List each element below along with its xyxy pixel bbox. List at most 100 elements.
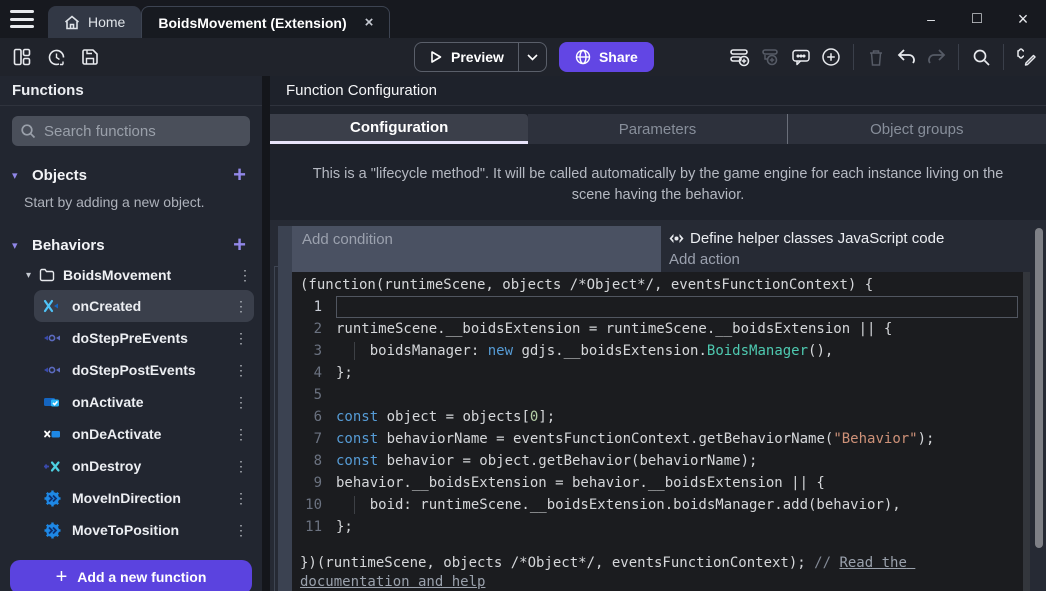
share-label: Share [599, 49, 638, 65]
chevron-down-icon[interactable]: ▾ [12, 239, 24, 252]
function-menu-icon[interactable]: ⋮ [232, 394, 250, 411]
code-token: behavior.__boidsExtension = behavior.__b… [336, 475, 825, 491]
function-item-label: onCreated [72, 298, 222, 314]
line-number: 10 [292, 494, 336, 516]
undo-icon[interactable] [892, 43, 920, 71]
history-icon[interactable] [42, 43, 70, 71]
add-comment-icon[interactable] [787, 43, 815, 71]
close-tab-icon[interactable]: × [365, 14, 374, 31]
preview-dropdown-button[interactable] [518, 43, 546, 71]
deactivate-icon [42, 426, 62, 442]
code-line[interactable]: 5 [292, 384, 1030, 406]
panels-layout-icon[interactable] [8, 43, 36, 71]
add-other-event-icon[interactable] [817, 43, 845, 71]
function-item-oncreated[interactable]: onCreated ⋮ [34, 290, 254, 322]
code-line[interactable]: 2runtimeScene.__boidsExtension = runtime… [292, 318, 1030, 340]
folder-menu-icon[interactable]: ⋮ [236, 267, 254, 284]
code-token: new [488, 343, 513, 359]
maximize-button[interactable]: □ [954, 0, 1000, 38]
events-scrollbar-thumb[interactable] [1035, 228, 1043, 548]
code-line[interactable]: 7const behaviorName = eventsFunctionCont… [292, 428, 1030, 450]
code-token: }; [336, 365, 353, 381]
function-item-movetoposition[interactable]: MoveToPosition ⋮ [34, 514, 254, 546]
code-token: (), [808, 343, 833, 359]
add-behavior-button[interactable]: + [229, 234, 250, 256]
tab-configuration[interactable]: Configuration [270, 114, 528, 144]
line-number: 11 [292, 516, 336, 538]
share-button[interactable]: Share [559, 42, 654, 72]
function-item-ondeactivate[interactable]: onDeActivate ⋮ [34, 418, 254, 450]
add-action-button[interactable]: Add action [669, 251, 1030, 272]
close-window-button[interactable]: × [1000, 0, 1046, 38]
code-line[interactable]: 3 boidsManager: new gdjs.__boidsExtensio… [292, 340, 1030, 362]
tab-object-groups[interactable]: Object groups [787, 114, 1046, 144]
function-menu-icon[interactable]: ⋮ [232, 490, 250, 507]
minimize-button[interactable]: – [908, 0, 954, 38]
function-menu-icon[interactable]: ⋮ [232, 426, 250, 443]
code-text[interactable] [336, 384, 1018, 406]
event-drag-handle[interactable] [278, 226, 292, 591]
add-object-button[interactable]: + [229, 164, 250, 186]
code-text[interactable]: const behaviorName = eventsFunctionConte… [336, 428, 1018, 450]
add-function-button[interactable]: + Add a new function [10, 560, 252, 591]
add-event-icon[interactable] [727, 43, 755, 71]
preview-button[interactable]: Preview [415, 49, 518, 65]
delete-icon[interactable] [862, 43, 890, 71]
event-title-row[interactable]: Define helper classes JavaScript code [669, 226, 1030, 251]
hamburger-menu-icon[interactable] [10, 10, 34, 28]
code-text[interactable]: }; [336, 362, 1018, 384]
behavior-folder-row[interactable]: ▾ BoidsMovement ⋮ [0, 260, 262, 290]
js-code-event-icon [669, 233, 684, 244]
function-item-dosteppostevents[interactable]: doStepPostEvents ⋮ [34, 354, 254, 386]
code-line[interactable]: 8const behavior = object.getBehavior(beh… [292, 450, 1030, 472]
add-condition-button[interactable]: Add condition [292, 226, 661, 272]
function-item-moveindirection[interactable]: MoveInDirection ⋮ [34, 482, 254, 514]
behaviors-section-header[interactable]: ▾ Behaviors + [0, 230, 262, 260]
edit-extension-icon[interactable] [1012, 43, 1040, 71]
code-token: // [814, 555, 839, 571]
function-item-label: onActivate [72, 394, 222, 410]
code-editor[interactable]: (function(runtimeScene, objects /*Object… [292, 272, 1030, 591]
tab-parameters[interactable]: Parameters [528, 114, 786, 144]
code-text[interactable]: const behavior = object.getBehavior(beha… [336, 450, 1018, 472]
code-text[interactable]: runtimeScene.__boidsExtension = runtimeS… [336, 318, 1018, 340]
code-line[interactable]: 4}; [292, 362, 1030, 384]
editor-scrollbar[interactable] [1023, 272, 1030, 591]
code-text[interactable] [336, 296, 1018, 318]
code-text[interactable]: const object = objects[0]; [336, 406, 1018, 428]
function-menu-icon[interactable]: ⋮ [232, 330, 250, 347]
search-functions-input[interactable] [44, 123, 243, 140]
code-token: "Behavior" [833, 431, 917, 447]
tab-home[interactable]: Home [48, 6, 141, 38]
add-subevent-icon[interactable] [757, 43, 785, 71]
search-functions-box[interactable] [12, 116, 250, 146]
save-icon[interactable] [76, 43, 104, 71]
search-icon[interactable] [967, 43, 995, 71]
code-line[interactable]: 11}; [292, 516, 1030, 538]
folder-name: BoidsMovement [63, 267, 228, 283]
code-line[interactable]: 9behavior.__boidsExtension = behavior.__… [292, 472, 1030, 494]
code-text[interactable]: boid: runtimeScene.__boidsExtension.boid… [336, 494, 1018, 516]
chevron-down-icon[interactable]: ▾ [12, 169, 24, 182]
function-item-dosteppreevents[interactable]: doStepPreEvents ⋮ [34, 322, 254, 354]
code-line[interactable]: 6const object = objects[0]; [292, 406, 1030, 428]
function-item-ondestroy[interactable]: onDestroy ⋮ [34, 450, 254, 482]
event-title-label: Define helper classes JavaScript code [690, 230, 944, 247]
code-text[interactable]: }; [336, 516, 1018, 538]
code-text[interactable]: boidsManager: new gdjs.__boidsExtension.… [336, 340, 1018, 362]
code-line[interactable]: 1 [292, 296, 1030, 318]
lifecycle-description: This is a "lifecycle method". It will be… [300, 164, 1016, 206]
chevron-down-icon[interactable]: ▾ [26, 270, 31, 281]
redo-icon[interactable] [922, 43, 950, 71]
function-menu-icon[interactable]: ⋮ [232, 362, 250, 379]
tab-boidsmovement[interactable]: BoidsMovement (Extension) × [141, 6, 390, 38]
function-menu-icon[interactable]: ⋮ [232, 298, 250, 315]
code-text[interactable]: behavior.__boidsExtension = behavior.__b… [336, 472, 1018, 494]
objects-section-header[interactable]: ▾ Objects + [0, 160, 262, 190]
function-item-onactivate[interactable]: onActivate ⋮ [34, 386, 254, 418]
function-menu-icon[interactable]: ⋮ [232, 522, 250, 539]
code-token: boid: runtimeScene.__boidsExtension.boid… [336, 497, 901, 513]
code-token: ); [918, 431, 935, 447]
code-line[interactable]: 10 boid: runtimeScene.__boidsExtension.b… [292, 494, 1030, 516]
function-menu-icon[interactable]: ⋮ [232, 458, 250, 475]
